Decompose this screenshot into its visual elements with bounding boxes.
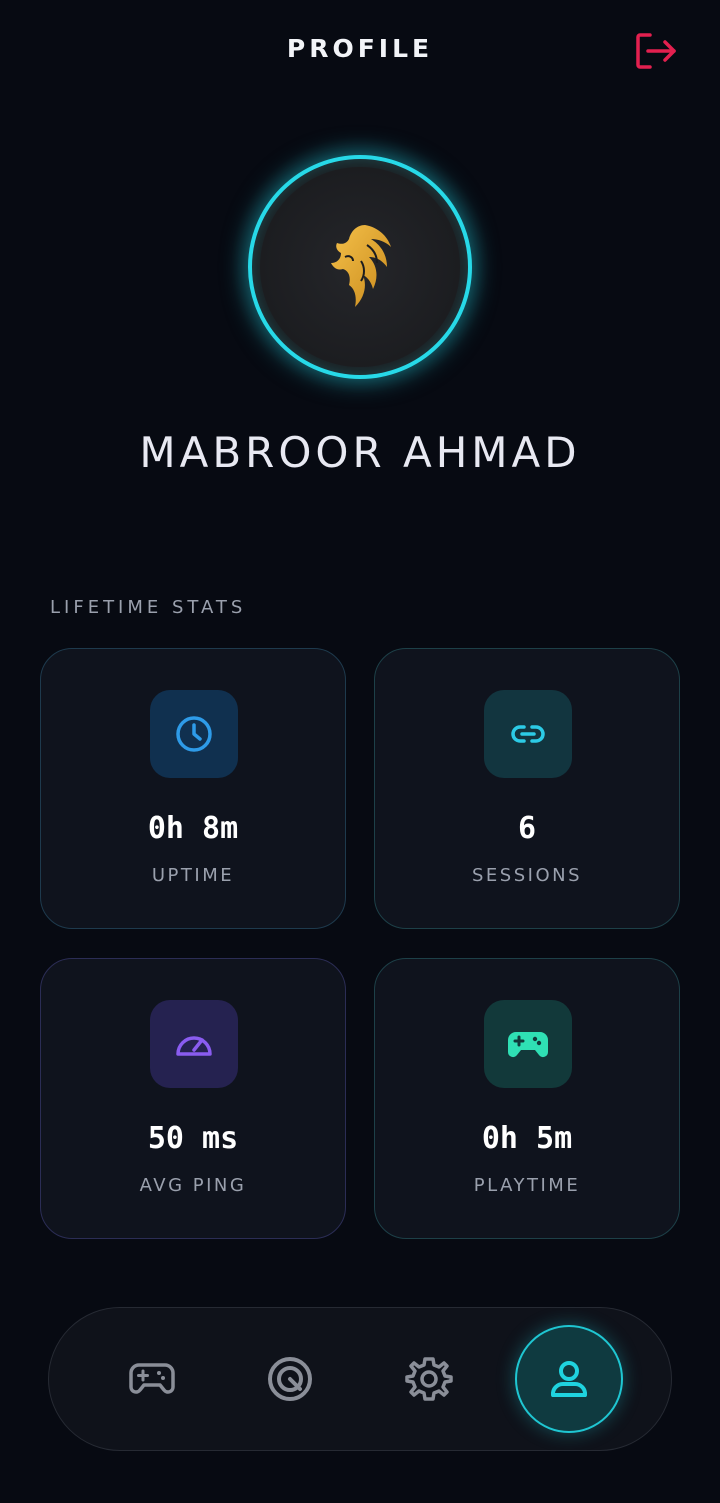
gamepad-icon-tile: [484, 1000, 572, 1088]
stat-label: AVG PING: [139, 1175, 247, 1196]
gamepad-icon: [129, 1363, 175, 1394]
bottom-nav: [48, 1307, 672, 1451]
stat-card-sessions: 6 SESSIONS: [374, 648, 680, 929]
nav-item-profile[interactable]: [515, 1325, 623, 1433]
logout-button[interactable]: [630, 28, 682, 74]
stat-value: 6: [517, 811, 537, 846]
gamepad-icon: [508, 1032, 548, 1057]
avatar-image: [260, 167, 460, 367]
stat-card-avg-ping: 50 ms AVG PING: [40, 958, 346, 1239]
clock-icon: [176, 716, 212, 752]
stat-card-playtime: 0h 5m PLAYTIME: [374, 958, 680, 1239]
user-icon: [550, 1361, 588, 1397]
logout-icon: [636, 33, 676, 69]
stat-value: 50 ms: [147, 1121, 239, 1156]
nav-item-settings[interactable]: [375, 1325, 483, 1433]
lion-logo: [331, 225, 391, 307]
stat-label: SESSIONS: [471, 865, 583, 886]
clock-icon-tile: [150, 690, 238, 778]
nav-item-target[interactable]: [236, 1325, 344, 1433]
stat-label: PLAYTIME: [473, 1175, 581, 1196]
gear-icon: [405, 1357, 453, 1401]
stat-value: 0h 8m: [147, 811, 239, 846]
link-icon-tile: [484, 690, 572, 778]
user-name: MABROOR AHMAD: [139, 428, 581, 477]
avatar[interactable]: [248, 155, 472, 379]
stat-value: 0h 5m: [481, 1121, 573, 1156]
stat-card-uptime: 0h 8m UPTIME: [40, 648, 346, 929]
speedometer-icon-tile: [150, 1000, 238, 1088]
nav-item-games[interactable]: [98, 1325, 206, 1433]
page-title: PROFILE: [286, 34, 434, 63]
stat-label: UPTIME: [151, 865, 235, 886]
speedometer-icon: [176, 1036, 212, 1056]
target-icon: [268, 1357, 312, 1401]
link-icon: [511, 725, 545, 743]
section-label: LIFETIME STATS: [50, 597, 247, 618]
